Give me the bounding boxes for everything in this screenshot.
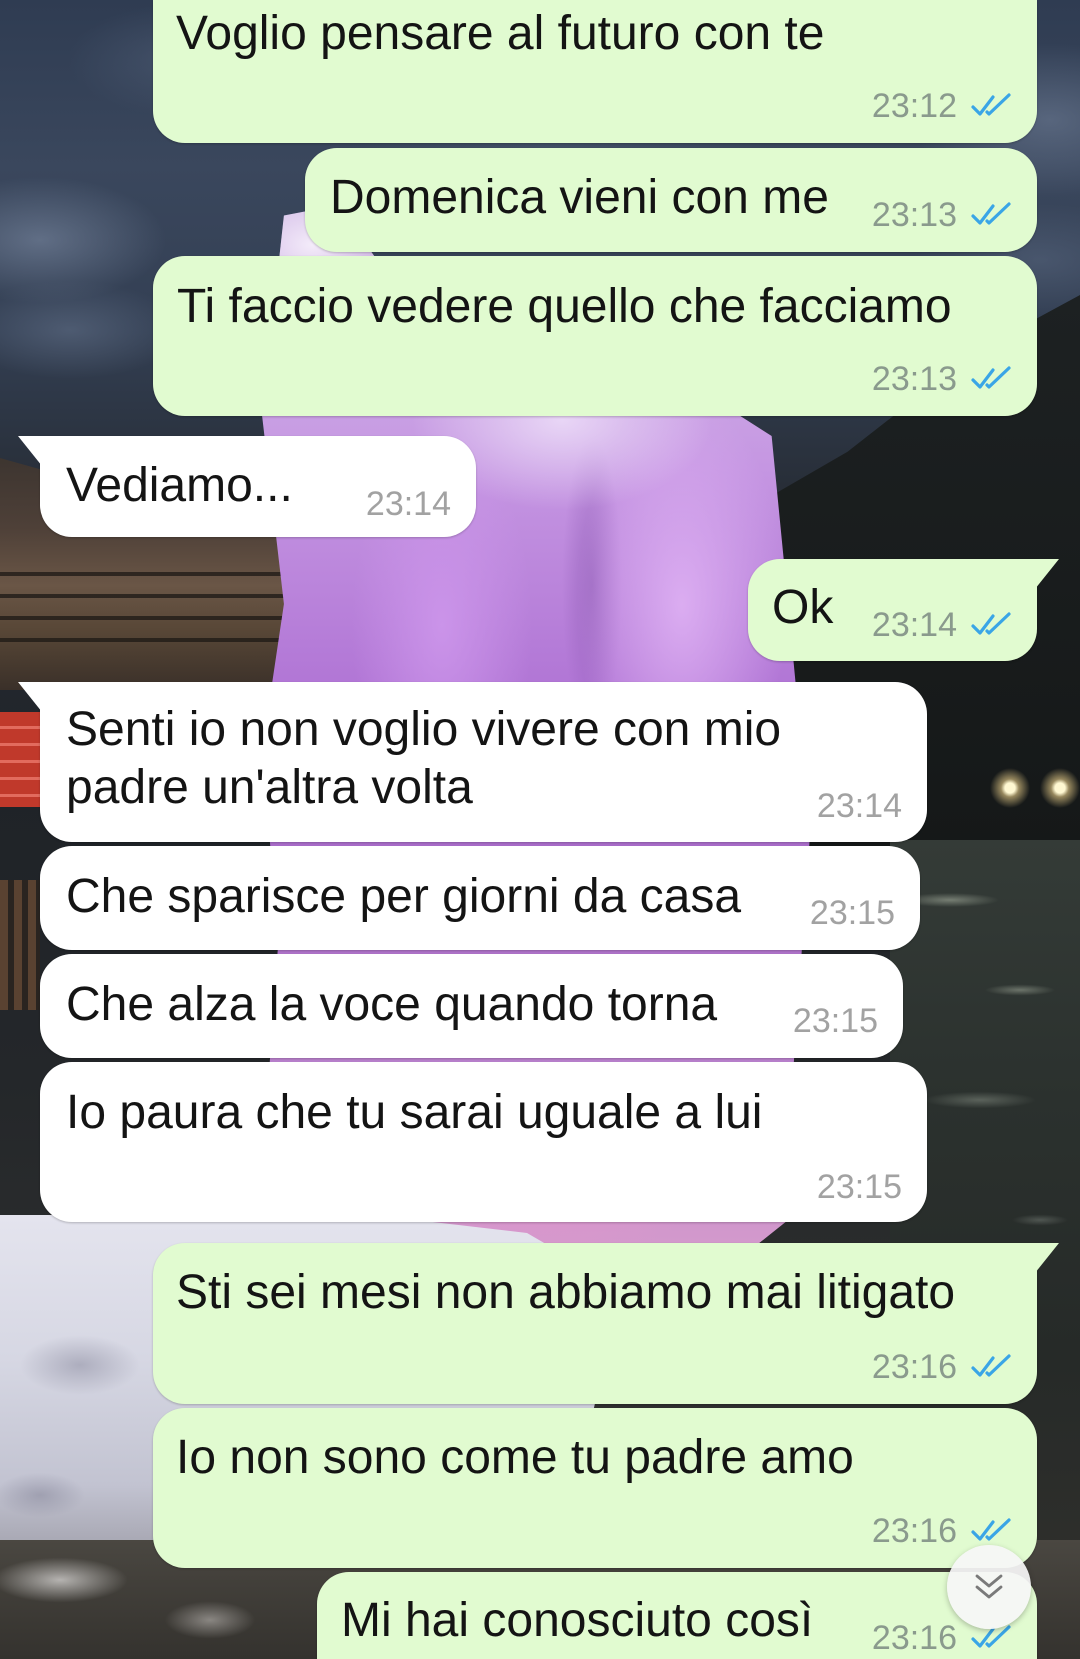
message-text: Io non sono come tu padre amo [176,1431,854,1484]
message-bubble-outgoing[interactable]: Mi hai conosciuto così 23:16 [317,1572,1037,1659]
message-meta: 23:13 [872,359,1013,399]
message-meta: 23:16 [872,1347,1013,1387]
message-time: 23:16 [871,1619,957,1657]
double-check-icon [971,366,1013,392]
message-text: Mi hai conosciuto così [341,1594,814,1647]
double-check-icon [971,202,1013,228]
message-text: Senti io non voglio vivere con mio padre… [66,703,782,814]
message-bubble-incoming[interactable]: Che alza la voce quando torna 23:15 [40,954,903,1058]
message-meta: 23:15 [817,1167,902,1207]
message-time: 23:16 [871,1348,957,1386]
message-time: 23:15 [816,1168,902,1206]
message-text: Che sparisce per giorni da casa [66,870,742,923]
message-bubble-incoming[interactable]: Vediamo... 23:14 [40,436,476,537]
message-list[interactable]: Voglio pensare al futuro con te 23:12 Do… [0,0,1080,1659]
message-text: Voglio pensare al futuro con te [176,7,825,60]
message-bubble-outgoing[interactable]: Voglio pensare al futuro con te 23:12 [153,0,1037,143]
scroll-to-bottom-button[interactable] [947,1545,1031,1629]
message-bubble-incoming[interactable]: Che sparisce per giorni da casa 23:15 [40,846,920,950]
message-time: 23:14 [871,606,957,644]
message-time: 23:16 [871,1512,957,1550]
message-time: 23:14 [365,485,451,523]
double-chevron-down-icon [971,1572,1007,1602]
double-check-icon [971,612,1013,638]
message-text: Che alza la voce quando torna [66,978,718,1031]
message-bubble-outgoing[interactable]: Ok 23:14 [748,559,1037,661]
double-check-icon [971,1354,1013,1380]
message-text: Ti faccio vedere quello che facciamo [177,280,952,333]
message-time: 23:12 [871,87,957,125]
message-text: Sti sei mesi non abbiamo mai litigato [176,1266,956,1319]
message-bubble-outgoing[interactable]: Io non sono come tu padre amo 23:16 [153,1408,1037,1568]
message-text: Domenica vieni con me [330,171,829,224]
message-text: Io paura che tu sarai uguale a lui [66,1086,763,1139]
message-time: 23:14 [816,787,902,825]
message-bubble-outgoing[interactable]: Sti sei mesi non abbiamo mai litigato 23… [153,1243,1037,1404]
message-meta: 23:15 [793,1001,878,1041]
message-text: Vediamo... [66,459,293,512]
message-bubble-incoming[interactable]: Senti io non voglio vivere con mio padre… [40,682,927,842]
message-time: 23:15 [792,1002,878,1040]
message-meta: 23:13 [872,195,1013,235]
message-meta: 23:14 [872,605,1013,645]
message-bubble-incoming[interactable]: Io paura che tu sarai uguale a lui 23:15 [40,1062,927,1222]
message-time: 23:13 [871,196,957,234]
message-bubble-outgoing[interactable]: Ti faccio vedere quello che facciamo 23:… [153,256,1037,416]
message-bubble-outgoing[interactable]: Domenica vieni con me 23:13 [305,148,1037,252]
message-meta: 23:14 [817,786,902,826]
message-time: 23:13 [871,360,957,398]
message-time: 23:15 [809,894,895,932]
double-check-icon [971,1518,1013,1544]
double-check-icon [971,93,1013,119]
message-meta: 23:15 [810,893,895,933]
message-text: Ok [772,581,834,634]
message-meta: 23:12 [872,86,1013,126]
message-meta: 23:14 [366,484,451,524]
